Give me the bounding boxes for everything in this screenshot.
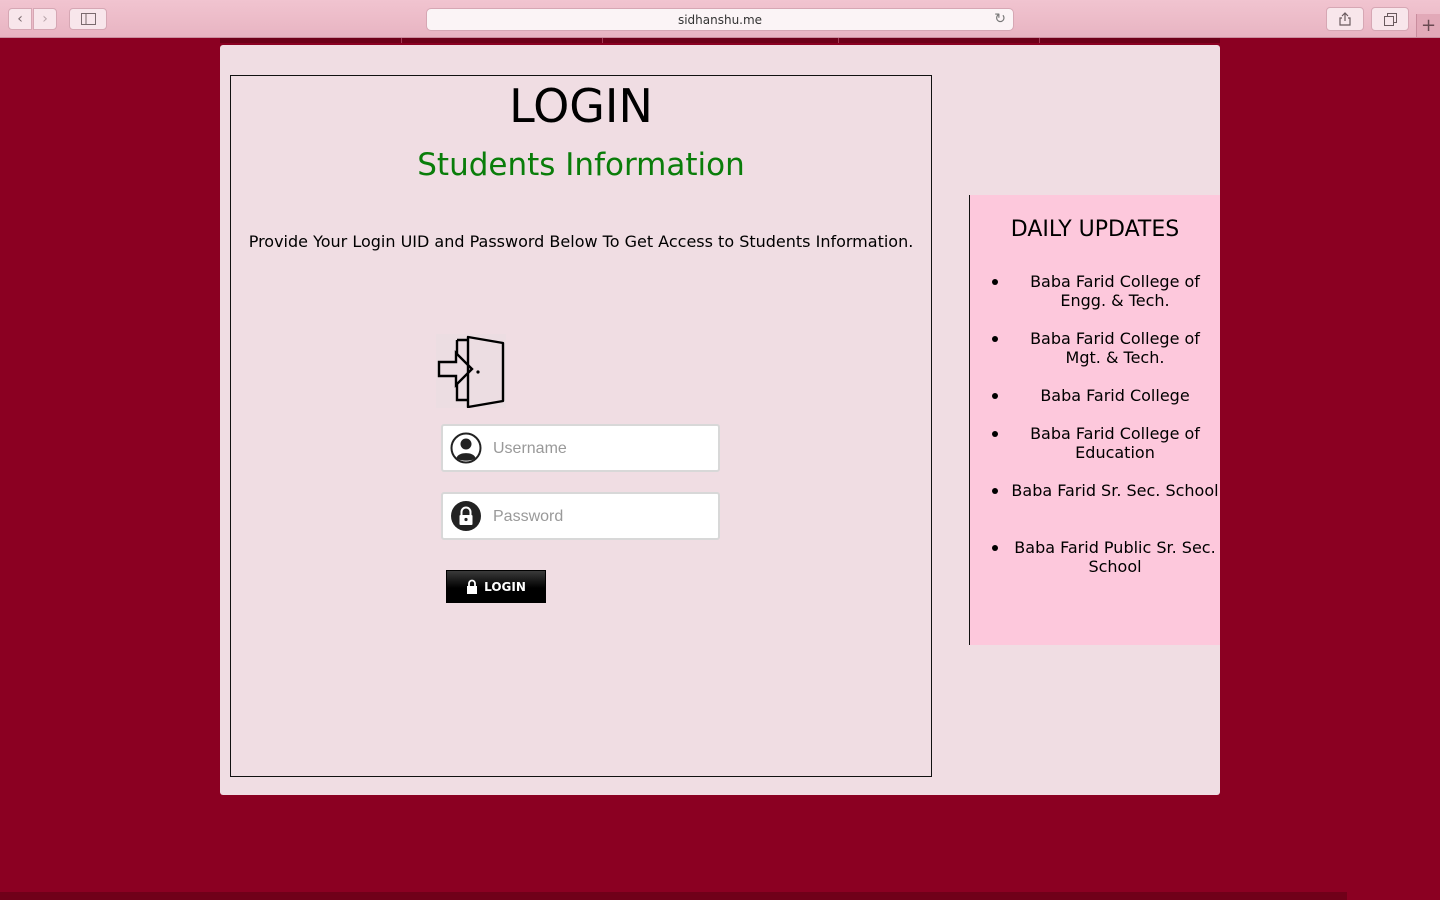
tabs-icon (1383, 12, 1397, 26)
login-button[interactable]: LOGIN (446, 570, 546, 603)
bullet (992, 279, 998, 285)
plus-icon: + (1420, 15, 1437, 36)
bullet (992, 393, 998, 399)
browser-toolbar: ‹ › sidhanshu.me ↻ + (0, 0, 1440, 38)
lock-icon (451, 501, 481, 531)
username-input[interactable] (491, 434, 705, 464)
address-bar[interactable]: sidhanshu.me ↻ (426, 8, 1014, 31)
forward-button[interactable]: › (33, 8, 57, 30)
update-item-label: Baba Farid Sr. Sec. School (1011, 481, 1219, 500)
show-tabs-button[interactable] (1371, 7, 1409, 31)
bullet (992, 336, 998, 342)
chevron-right-icon: › (42, 11, 48, 27)
update-item-label: Baba Farid College (1040, 386, 1190, 405)
update-item-label: Baba Farid Public Sr. Sec. School (1014, 538, 1216, 576)
user-icon (450, 432, 482, 464)
updates-title: DAILY UPDATES (1010, 217, 1180, 242)
page-container: LOGIN Students Information Provide Your … (220, 45, 1220, 795)
padlock-icon (467, 579, 478, 594)
chevron-left-icon: ‹ (17, 11, 23, 27)
bullet (992, 545, 998, 551)
bullet (992, 431, 998, 437)
password-input[interactable] (491, 502, 705, 532)
login-button-label: LOGIN (484, 579, 526, 594)
update-item-label: Baba Farid College of Engg. & Tech. (1030, 272, 1200, 310)
share-button[interactable] (1326, 7, 1364, 31)
daily-updates-panel: DAILY UPDATES Baba Farid College of Engg… (969, 195, 1220, 645)
bullet (992, 488, 998, 494)
reload-icon[interactable]: ↻ (994, 11, 1006, 27)
page-subtitle: Students Information (417, 147, 745, 183)
login-door-icon (436, 334, 506, 408)
url-text: sidhanshu.me (677, 12, 763, 27)
username-field[interactable] (441, 424, 720, 472)
share-icon (1339, 12, 1351, 26)
bottom-strip (0, 892, 1347, 900)
login-instructions: Provide Your Login UID and Password Belo… (248, 232, 914, 251)
password-field[interactable] (441, 492, 720, 540)
sidebar-toggle-button[interactable] (69, 8, 107, 30)
back-button[interactable]: ‹ (8, 8, 32, 30)
update-item-label: Baba Farid College of Mgt. & Tech. (1030, 329, 1200, 367)
page-title: LOGIN (509, 79, 653, 133)
update-item-label: Baba Farid College of Education (1030, 424, 1200, 462)
new-tab-button[interactable]: + (1416, 14, 1440, 37)
login-panel: LOGIN Students Information Provide Your … (230, 75, 932, 777)
sidebar-icon (81, 13, 96, 25)
top-navigation-strip (220, 38, 1220, 43)
